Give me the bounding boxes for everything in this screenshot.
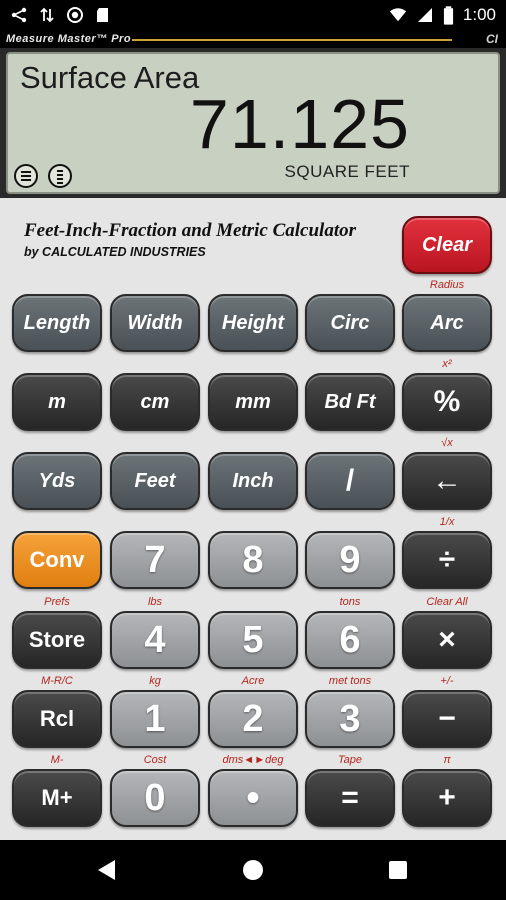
- key-yds[interactable]: Yds: [12, 452, 102, 510]
- secondary-label-m-r-c: M-R/C: [41, 675, 73, 687]
- secondary-label-x: √x: [441, 437, 453, 449]
- key-inch[interactable]: Inch: [208, 452, 298, 510]
- brand-divider: [132, 39, 452, 41]
- secondary-label-met-tons: met tons: [328, 675, 372, 687]
- calculator-title: Feet-Inch-Fraction and Metric Calculator: [24, 220, 356, 241]
- key-width[interactable]: Width: [110, 294, 200, 352]
- key-7[interactable]: 7: [110, 531, 200, 589]
- ci-logo: CI: [486, 32, 498, 46]
- key-3[interactable]: 3: [305, 690, 395, 748]
- key-0[interactable]: 0: [110, 769, 200, 827]
- home-icon[interactable]: [243, 860, 263, 880]
- signal-icon: [417, 8, 432, 22]
- key-arc[interactable]: Arc: [402, 294, 492, 352]
- key-divide[interactable]: ÷: [402, 531, 492, 589]
- secondary-label-1-x: 1/x: [439, 516, 455, 528]
- sd-card-icon: [97, 8, 108, 22]
- key-backspace[interactable]: ←: [402, 452, 492, 510]
- secondary-label-prefs: Prefs: [44, 596, 70, 608]
- tape-icon[interactable]: [48, 164, 72, 188]
- menu-icon[interactable]: [14, 164, 38, 188]
- secondary-label-kg: kg: [149, 675, 161, 687]
- secondary-label-cost: Cost: [143, 754, 167, 766]
- secondary-label-sym: +/-: [440, 675, 454, 687]
- status-bar: 1:00: [0, 0, 506, 32]
- secondary-label-tape: Tape: [337, 754, 363, 766]
- key-length[interactable]: Length: [12, 294, 102, 352]
- key-4[interactable]: 4: [110, 611, 200, 669]
- key-rcl[interactable]: Rcl: [12, 690, 102, 748]
- brand-strip: Measure Master™ Pro CI: [0, 32, 506, 48]
- sync-icon: [67, 7, 83, 23]
- key-multiply[interactable]: ×: [402, 611, 492, 669]
- display-unit: SQUARE FEET: [284, 162, 410, 181]
- brand-name: Measure Master™ Pro: [6, 33, 132, 45]
- data-transfer-icon: [40, 7, 54, 23]
- lcd-display: Surface Area 71.125 SQUARE FEET: [6, 52, 500, 194]
- nav-bar: [0, 840, 506, 900]
- status-time: 1:00: [462, 5, 496, 24]
- key-m[interactable]: m: [12, 373, 102, 431]
- key-m[interactable]: M+: [12, 769, 102, 827]
- key-conv[interactable]: Conv: [12, 531, 102, 589]
- key-5[interactable]: 5: [208, 611, 298, 669]
- secondary-label-radius: Radius: [429, 279, 465, 291]
- secondary-label-dms-deg: dms◄►deg: [222, 754, 284, 766]
- secondary-label-lbs: lbs: [147, 596, 163, 608]
- key-circ[interactable]: Circ: [305, 294, 395, 352]
- key-6[interactable]: 6: [305, 611, 395, 669]
- keypad-body: Feet-Inch-Fraction and Metric Calculator…: [0, 198, 506, 840]
- key-equals[interactable]: =: [305, 769, 395, 827]
- key-8[interactable]: 8: [208, 531, 298, 589]
- battery-icon: [443, 5, 453, 25]
- key-store[interactable]: Store: [12, 611, 102, 669]
- secondary-label-tons: tons: [339, 596, 361, 608]
- key-percent[interactable]: %: [402, 373, 492, 431]
- key-height[interactable]: Height: [208, 294, 298, 352]
- key-decimal[interactable]: •: [208, 769, 298, 827]
- secondary-label-sym: π: [443, 754, 451, 766]
- calculator-maker: by CALCULATED INDUSTRIES: [24, 245, 206, 259]
- key-minus[interactable]: −: [402, 690, 492, 748]
- secondary-label-x: x²: [442, 358, 452, 370]
- key-feet[interactable]: Feet: [110, 452, 200, 510]
- display-label: Surface Area: [20, 60, 200, 95]
- key-9[interactable]: 9: [305, 531, 395, 589]
- back-icon[interactable]: [98, 860, 115, 880]
- key-1[interactable]: 1: [110, 690, 200, 748]
- bluetooth-icon: [11, 7, 27, 23]
- key-cm[interactable]: cm: [110, 373, 200, 431]
- display-bezel: Surface Area 71.125 SQUARE FEET: [0, 48, 506, 198]
- secondary-label-clear-all: Clear All: [426, 596, 468, 608]
- key-mm[interactable]: mm: [208, 373, 298, 431]
- secondary-label-m: M-: [50, 754, 64, 766]
- secondary-label-acre: Acre: [241, 675, 265, 687]
- recents-icon[interactable]: [389, 861, 407, 879]
- display-value: 71.125: [189, 85, 410, 163]
- key-2[interactable]: 2: [208, 690, 298, 748]
- wifi-icon: [389, 8, 407, 22]
- key-slash[interactable]: /: [305, 452, 395, 510]
- key-bd-ft[interactable]: Bd Ft: [305, 373, 395, 431]
- clear-button[interactable]: Clear: [402, 216, 492, 274]
- key-plus[interactable]: +: [402, 769, 492, 827]
